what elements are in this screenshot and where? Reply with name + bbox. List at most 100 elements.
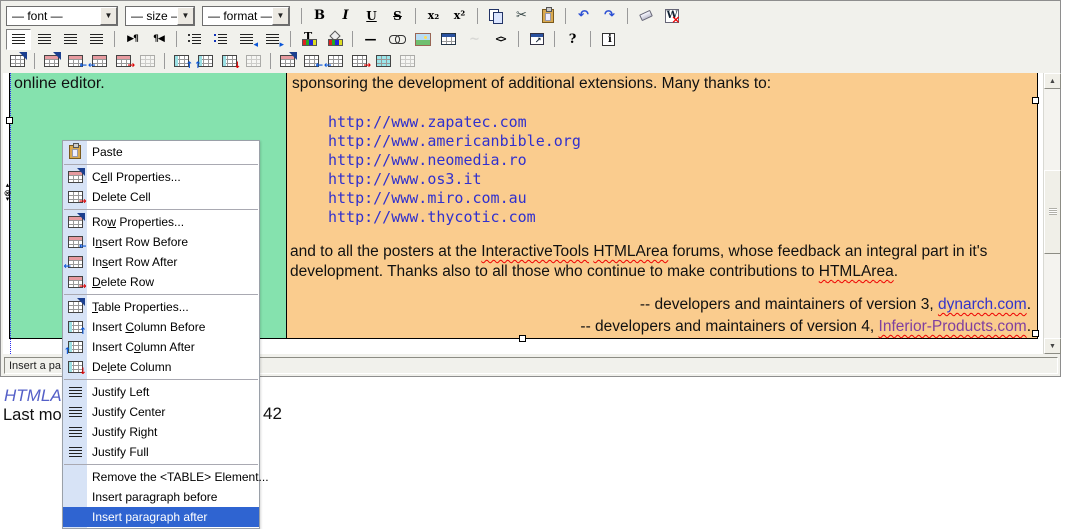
toolbar-separator [301, 7, 302, 24]
dynarch-link[interactable]: dynarch.com [938, 296, 1027, 313]
clean-html-button[interactable] [633, 5, 658, 26]
sponsor-link[interactable]: http://www.zapatec.com [328, 113, 581, 132]
editor-scrollbar[interactable]: ▲ ▼ [1043, 73, 1061, 354]
menu-separator [64, 379, 258, 380]
row-properties-button[interactable] [40, 51, 63, 70]
misspelled-word: HTMLArea [593, 243, 669, 260]
italic-button[interactable]: I [333, 5, 358, 26]
menu-insert-column-after[interactable]: ↑ Insert Column After [63, 337, 259, 357]
format-select-arrow-icon[interactable]: ▼ [272, 6, 289, 25]
insert-table-button[interactable] [436, 29, 461, 50]
underline-button[interactable]: U [359, 5, 384, 26]
menu-justify-center[interactable]: Justify Center [63, 402, 259, 422]
redo-button[interactable]: ↷ [597, 5, 622, 26]
justify-left-button[interactable] [6, 28, 31, 50]
selection-handle-top-right[interactable] [1032, 97, 1039, 104]
insert-image-button[interactable] [410, 29, 435, 50]
delete-row-button[interactable]: → [112, 51, 135, 70]
scroll-up-button[interactable]: ▲ [1044, 73, 1061, 89]
html-source-button[interactable]: <> [488, 29, 513, 50]
insert-link-button[interactable] [384, 29, 409, 50]
insert-column-before-button[interactable]: ↑ [170, 51, 193, 70]
page-heading-link[interactable]: HTMLA [4, 386, 62, 406]
direction-ltr-button[interactable]: ▶¶ [120, 29, 145, 50]
word-cleaner-button[interactable] [659, 5, 684, 26]
indent-button[interactable]: ▸ [260, 29, 285, 50]
outdent-button[interactable]: ◂ [234, 29, 259, 50]
menu-justify-left[interactable]: Justify Left [63, 382, 259, 402]
column-drag-handle[interactable]: ▴ ⊗ ▾ [3, 182, 12, 203]
copy-button[interactable] [483, 5, 508, 26]
sponsor-link[interactable]: http://www.thycotic.com [328, 208, 581, 227]
bold-button[interactable]: B [307, 5, 332, 26]
subscript-button[interactable]: x₂ [421, 5, 446, 26]
justify-right-button[interactable] [58, 29, 83, 50]
table-properties-button[interactable] [6, 51, 29, 70]
insert-row-before-button[interactable]: ← [64, 51, 87, 70]
about-button[interactable] [596, 29, 621, 50]
help-button[interactable]: ? [560, 29, 585, 50]
menu-insert-paragraph-after[interactable]: Insert paragraph after [63, 507, 259, 527]
size-select[interactable]: — size —▼ [125, 5, 195, 26]
menu-item-label: Insert Column Before [92, 320, 206, 334]
menu-justify-right[interactable]: Justify Right [63, 422, 259, 442]
menu-delete-column[interactable]: ↓ Delete Column [63, 357, 259, 377]
undo-button[interactable]: ↶ [571, 5, 596, 26]
justify-full-button[interactable] [84, 29, 109, 50]
table-cell-orange[interactable]: sponsoring the development of additional… [286, 73, 1038, 339]
menu-insert-column-before[interactable]: ↑ Insert Column Before [63, 317, 259, 337]
insert-cell-before-button[interactable]: ← [300, 51, 323, 70]
menu-table-properties[interactable]: Table Properties... [63, 297, 259, 317]
delete-column-button[interactable]: ↓ [218, 51, 241, 70]
cut-button[interactable]: ✂ [509, 5, 534, 26]
menu-delete-row[interactable]: → Delete Row [63, 272, 259, 292]
menu-item-label: Cell Properties... [92, 170, 181, 184]
font-select[interactable]: — font — ▼ [6, 5, 118, 26]
sponsor-link[interactable]: http://www.americanbible.org [328, 132, 581, 151]
sponsor-link[interactable]: http://www.os3.it [328, 170, 581, 189]
highlight-color-button[interactable] [322, 29, 347, 50]
ordered-list-button[interactable] [182, 29, 207, 50]
menu-justify-full[interactable]: Justify Full [63, 442, 259, 462]
direction-rtl-button[interactable]: ¶◀ [146, 29, 171, 50]
menu-delete-cell[interactable]: → Delete Cell [63, 187, 259, 207]
menu-insert-row-before[interactable]: ← Insert Row Before [63, 232, 259, 252]
horizontal-rule-button[interactable]: — [358, 29, 383, 50]
cell-selection-outline [10, 73, 11, 354]
superscript-button[interactable]: x² [447, 5, 472, 26]
merge-cells-button[interactable] [372, 51, 395, 70]
justify-right-icon [64, 33, 77, 45]
insert-row-after-button[interactable]: ← [88, 51, 111, 70]
bullet-list-button[interactable] [208, 29, 233, 50]
popup-editor-button[interactable] [524, 29, 549, 50]
selection-handle-bottom-center[interactable] [519, 335, 526, 342]
menu-paste[interactable]: Paste [63, 142, 259, 162]
menu-insert-paragraph-before[interactable]: Insert paragraph before [63, 487, 259, 507]
inferior-products-link[interactable]: Inferior-Products.com [879, 318, 1027, 335]
selection-handle-bottom-right[interactable] [1032, 330, 1039, 337]
font-select-arrow-icon[interactable]: ▼ [100, 6, 117, 25]
menu-remove-table[interactable]: Remove the <TABLE> Element... [63, 467, 269, 487]
scrollbar-thumb[interactable] [1044, 170, 1061, 254]
insert-cell-after-button[interactable]: ← [324, 51, 347, 70]
format-select[interactable]: — format — ▼ [202, 5, 290, 26]
scroll-down-button[interactable]: ▼ [1044, 338, 1061, 354]
insert-column-after-button[interactable]: ↑ [194, 51, 217, 70]
justify-center-button[interactable] [32, 29, 57, 50]
strikethrough-button[interactable]: S [385, 5, 410, 26]
sponsor-link[interactable]: http://www.neomedia.ro [328, 151, 581, 170]
font-color-button[interactable] [296, 29, 321, 50]
menu-justify-center-icon-slot [63, 406, 87, 418]
menu-item-label: Justify Full [92, 445, 149, 459]
selection-handle-top-left[interactable] [6, 117, 13, 124]
delete-cell-button[interactable]: → [348, 51, 371, 70]
size-select-arrow-icon[interactable]: ▼ [177, 6, 194, 25]
insert-column-before-icon: ↑ [174, 54, 193, 70]
menu-insert-row-after[interactable]: ← Insert Row After [63, 252, 259, 272]
sponsor-link[interactable]: http://www.miro.com.au [328, 189, 581, 208]
menu-cell-properties[interactable]: Cell Properties... [63, 167, 259, 187]
menu-justify-center-icon [68, 406, 82, 418]
cell-properties-button[interactable] [276, 51, 299, 70]
menu-row-properties[interactable]: Row Properties... [63, 212, 259, 232]
paste-button[interactable] [535, 5, 560, 26]
